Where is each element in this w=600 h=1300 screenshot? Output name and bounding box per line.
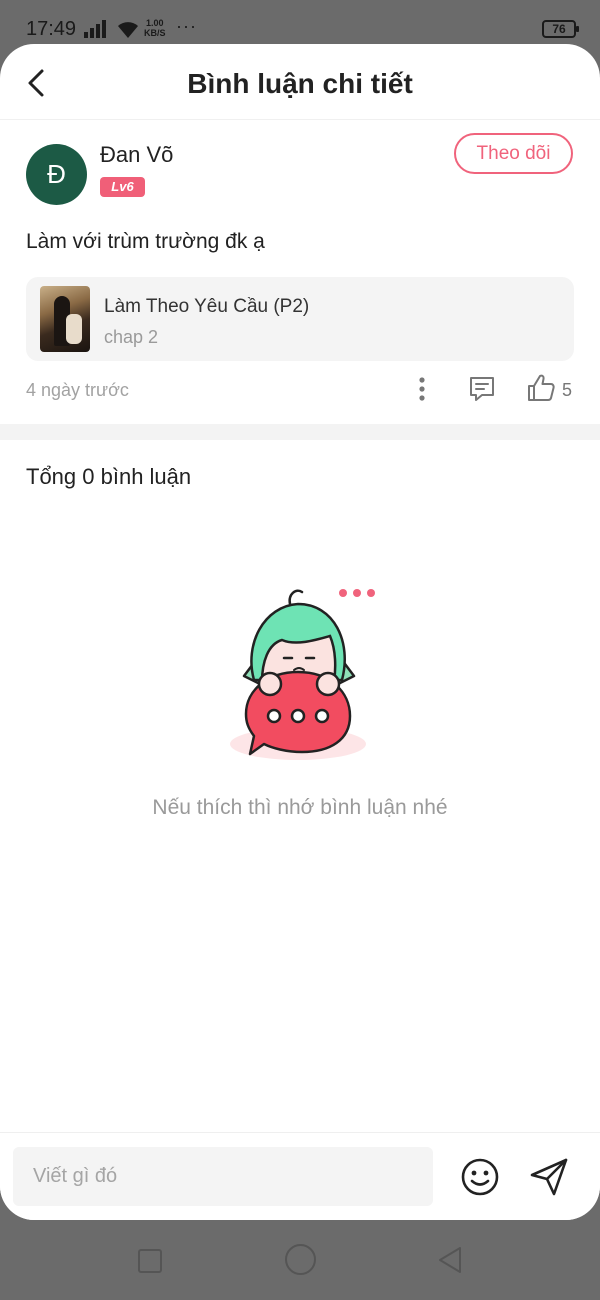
- comment-input-bar: [0, 1132, 600, 1220]
- comment-time: 4 ngày trước: [26, 380, 129, 400]
- manga-chapter: chap 2: [104, 327, 159, 347]
- home-button[interactable]: [285, 1244, 316, 1275]
- network-speed: 1.00 KB/S: [144, 18, 166, 38]
- total-comments: Tổng 0 bình luận: [26, 464, 192, 489]
- speed-unit: KB/S: [144, 28, 166, 38]
- page-title: Bình luận chi tiết: [187, 68, 413, 99]
- like-count: 5: [562, 380, 573, 400]
- nav-back-icon[interactable]: [436, 1245, 464, 1275]
- empty-message: Nếu thích thì nhớ bình luận nhé: [152, 796, 448, 819]
- more-vertical-icon[interactable]: [412, 374, 432, 404]
- recent-apps-button[interactable]: [138, 1249, 162, 1273]
- status-time: 17:49: [26, 18, 77, 40]
- username[interactable]: Đan Võ: [100, 142, 173, 168]
- follow-button[interactable]: Theo dõi: [454, 133, 573, 174]
- empty-comments-illustration: [230, 589, 375, 760]
- system-nav-bar: [0, 1220, 600, 1300]
- header: Bình luận chi tiết: [0, 44, 600, 120]
- manga-card[interactable]: Làm Theo Yêu Cầu (P2) chap 2: [26, 277, 574, 361]
- manga-cover-image: [40, 286, 90, 352]
- comment-input[interactable]: [13, 1147, 433, 1206]
- comment-detail-sheet: Bình luận chi tiết Đ Đan Võ Lv6 Theo dõi…: [0, 44, 600, 1220]
- like-icon[interactable]: [526, 372, 556, 404]
- emoji-icon[interactable]: [460, 1157, 500, 1197]
- comment-text: Làm với trùm trường đk ạ: [26, 230, 265, 253]
- send-icon[interactable]: [528, 1157, 570, 1197]
- level-badge: Lv6: [100, 177, 145, 197]
- signal-icon: [84, 20, 106, 38]
- reply-icon[interactable]: [468, 374, 496, 404]
- speed-value: 1.00: [145, 18, 164, 28]
- section-divider: [0, 424, 600, 440]
- avatar[interactable]: Đ: [26, 144, 87, 205]
- status-more: ···: [176, 16, 197, 36]
- wifi-icon: [118, 22, 138, 38]
- manga-title: Làm Theo Yêu Cầu (P2): [104, 296, 310, 317]
- battery-icon: 76: [542, 20, 579, 38]
